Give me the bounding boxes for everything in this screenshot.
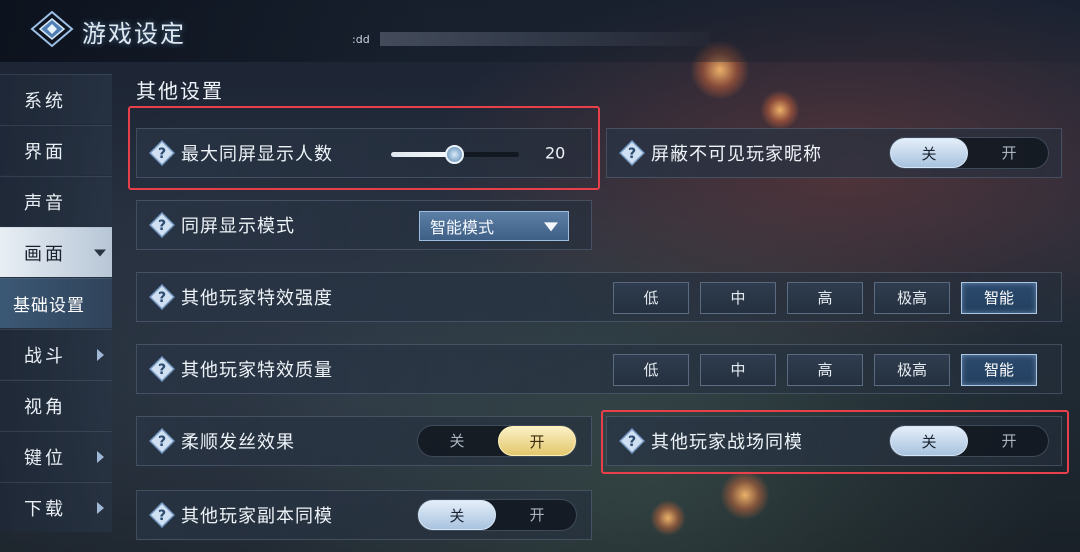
setting-row-max-players: ? 最大同屏显示人数 20 — [136, 128, 592, 178]
sidebar-item-graphics[interactable]: 画面 — [0, 227, 112, 277]
sidebar-item-label: 声音 — [24, 192, 66, 214]
help-icon[interactable]: ? — [619, 140, 645, 166]
sidebar-item-label: 界面 — [24, 141, 66, 163]
level-button-smart[interactable]: 智能 — [961, 282, 1037, 314]
toggle-off-option[interactable]: 关 — [418, 426, 496, 456]
title-decoration — [380, 32, 710, 46]
svg-text:?: ? — [158, 146, 166, 162]
title-bar: 游戏设定 :dd — [0, 0, 1080, 62]
max-players-slider[interactable] — [391, 145, 519, 164]
svg-text:?: ? — [628, 146, 636, 162]
title-tag: :dd — [352, 33, 370, 46]
level-button-high[interactable]: 高 — [787, 282, 863, 314]
svg-text:?: ? — [158, 362, 166, 378]
help-icon[interactable]: ? — [149, 140, 175, 166]
help-icon[interactable]: ? — [149, 284, 175, 310]
slider-handle[interactable] — [444, 145, 464, 164]
toggle-off-option[interactable]: 关 — [890, 426, 968, 456]
svg-text:?: ? — [158, 434, 166, 450]
sidebar-item-system[interactable]: 系统 — [0, 74, 112, 124]
toggle-on-option[interactable]: 开 — [498, 500, 576, 530]
sidebar-item-download[interactable]: 下载 — [0, 482, 112, 532]
help-icon[interactable]: ? — [149, 356, 175, 382]
sidebar-item-label: 系统 — [24, 90, 66, 112]
background-light — [650, 500, 686, 536]
level-button-low[interactable]: 低 — [613, 354, 689, 386]
dropdown-value: 智能模式 — [430, 218, 495, 237]
window-title: 游戏设定 — [82, 20, 186, 48]
sidebar-item-label: 基础设置 — [13, 296, 85, 316]
setting-row-hide-names: ? 屏蔽不可见玩家昵称 关 开 — [606, 128, 1062, 178]
setting-label: 其他玩家特效强度 — [181, 288, 333, 309]
level-button-high[interactable]: 高 — [787, 354, 863, 386]
level-button-smart[interactable]: 智能 — [961, 354, 1037, 386]
help-icon[interactable]: ? — [149, 502, 175, 528]
setting-row-dungeon-model: ? 其他玩家副本同模 关 开 — [136, 490, 592, 540]
background-light — [720, 470, 770, 520]
toggle-on-option[interactable]: 开 — [498, 426, 576, 456]
sidebar-item-label: 战斗 — [24, 345, 66, 367]
sidebar-item-keybinds[interactable]: 键位 — [0, 431, 112, 481]
background-light — [760, 90, 800, 130]
svg-text:?: ? — [158, 218, 166, 234]
diamond-logo-icon — [30, 10, 74, 48]
setting-label: 其他玩家战场同模 — [651, 432, 803, 453]
sidebar-item-label: 下载 — [24, 498, 66, 520]
sidebar-item-label: 视角 — [24, 396, 66, 418]
dungeon-model-toggle[interactable]: 关 开 — [417, 499, 577, 531]
chevron-down-icon — [94, 249, 106, 256]
level-button-ultra[interactable]: 极高 — [874, 282, 950, 314]
sidebar-item-label: 画面 — [24, 243, 66, 265]
chevron-right-icon — [97, 501, 104, 514]
sidebar-item-combat[interactable]: 战斗 — [0, 329, 112, 379]
toggle-off-option[interactable]: 关 — [890, 138, 968, 168]
setting-label: 其他玩家特效质量 — [181, 360, 333, 381]
setting-label: 同屏显示模式 — [181, 216, 295, 237]
sidebar: 系统 界面 声音 画面 基础设置 战斗 视角 键位 下载 — [0, 74, 112, 533]
toggle-off-option[interactable]: 关 — [418, 500, 496, 530]
slider-value: 20 — [545, 143, 566, 163]
toggle-on-option[interactable]: 开 — [970, 426, 1048, 456]
triangle-down-icon — [544, 222, 558, 232]
setting-label: 柔顺发丝效果 — [181, 432, 295, 453]
level-button-medium[interactable]: 中 — [700, 354, 776, 386]
help-icon[interactable]: ? — [619, 428, 645, 454]
chevron-right-icon — [97, 348, 104, 361]
level-button-medium[interactable]: 中 — [700, 282, 776, 314]
setting-label: 屏蔽不可见玩家昵称 — [651, 144, 822, 165]
sidebar-item-label: 键位 — [24, 447, 66, 469]
level-button-ultra[interactable]: 极高 — [874, 354, 950, 386]
hide-names-toggle[interactable]: 关 开 — [889, 137, 1049, 169]
setting-label: 最大同屏显示人数 — [181, 144, 333, 165]
sidebar-item-sound[interactable]: 声音 — [0, 176, 112, 226]
setting-row-effect-quality: ? 其他玩家特效质量 低 中 高 极高 智能 — [136, 344, 1062, 394]
toggle-on-option[interactable]: 开 — [970, 138, 1048, 168]
level-button-low[interactable]: 低 — [613, 282, 689, 314]
chevron-right-icon — [97, 450, 104, 463]
svg-text:?: ? — [158, 290, 166, 306]
setting-label: 其他玩家副本同模 — [181, 506, 333, 527]
sidebar-item-camera[interactable]: 视角 — [0, 380, 112, 430]
hair-effect-toggle[interactable]: 关 开 — [417, 425, 577, 457]
svg-text:?: ? — [628, 434, 636, 450]
section-title: 其他设置 — [136, 79, 224, 103]
sidebar-item-basic-settings[interactable]: 基础设置 — [0, 278, 112, 328]
setting-row-effect-intensity: ? 其他玩家特效强度 低 中 高 极高 智能 — [136, 272, 1062, 322]
setting-row-display-mode: ? 同屏显示模式 智能模式 — [136, 200, 592, 250]
help-icon[interactable]: ? — [149, 212, 175, 238]
svg-text:?: ? — [158, 508, 166, 524]
setting-row-battlefield-model: ? 其他玩家战场同模 关 开 — [606, 416, 1062, 466]
setting-row-hair-effect: ? 柔顺发丝效果 关 开 — [136, 416, 592, 466]
sidebar-item-interface[interactable]: 界面 — [0, 125, 112, 175]
help-icon[interactable]: ? — [149, 428, 175, 454]
display-mode-dropdown[interactable]: 智能模式 — [419, 211, 569, 241]
battlefield-model-toggle[interactable]: 关 开 — [889, 425, 1049, 457]
